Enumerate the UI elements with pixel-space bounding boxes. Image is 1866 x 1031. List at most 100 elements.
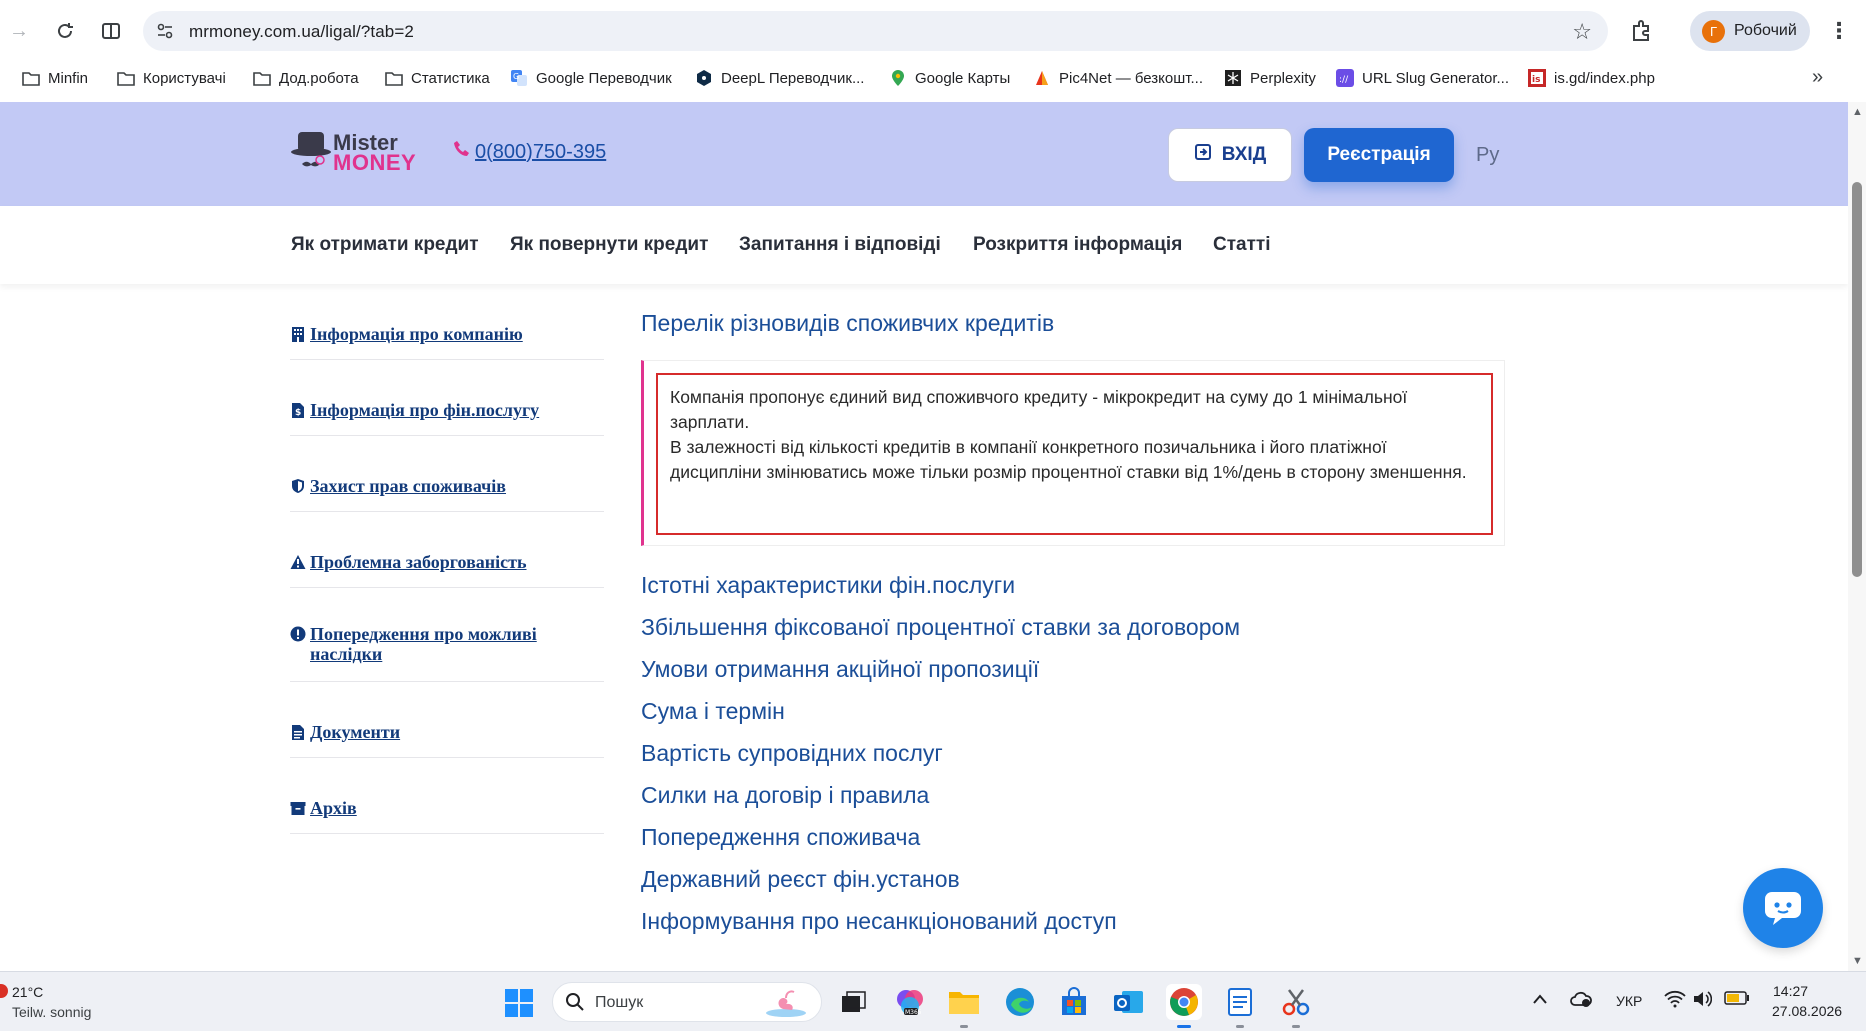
bookmark-item[interactable]: DeepL Переводчик... [695, 66, 864, 90]
bookmark-item[interactable]: Pic4Net — безкошт... [1033, 66, 1203, 90]
battery-icon[interactable] [1724, 991, 1750, 1010]
bookmark-label: DeepL Переводчик... [721, 69, 865, 87]
bookmark-item[interactable]: Perplexity [1224, 66, 1316, 90]
running-indicator [1177, 1025, 1191, 1028]
page-scrollbar[interactable]: ▲ ▼ [1848, 102, 1866, 971]
scroll-down-icon[interactable]: ▼ [1852, 955, 1863, 967]
logo-hat-icon [291, 132, 331, 167]
wifi-icon[interactable] [1664, 990, 1686, 1013]
browser-menu-icon[interactable]: ⋮ [1828, 18, 1850, 44]
sidebar-item-company-info[interactable]: Інформація про компанію [290, 284, 604, 360]
notepad-icon[interactable] [1222, 984, 1258, 1028]
reload-icon[interactable] [48, 14, 82, 48]
isgd-icon: is [1528, 69, 1546, 87]
language-switch[interactable]: Ру [1476, 144, 1499, 167]
nav-item-disclosure[interactable]: Розкриття інформація [973, 234, 1182, 256]
sidebar-link[interactable]: Інформація про компанію [290, 324, 590, 344]
nav-item-get-credit[interactable]: Як отримати кредит [291, 234, 479, 256]
browser-toolbar: → mrmoney.com.ua/ligal/?tab=2 ☆ Г Робочи… [0, 10, 1866, 52]
extensions-icon[interactable] [1627, 16, 1659, 48]
forward-icon[interactable]: → [2, 14, 36, 48]
chrome-browser-icon[interactable] [1166, 984, 1202, 1028]
microsoft365-icon[interactable]: M365 [892, 984, 928, 1020]
volume-icon[interactable] [1692, 990, 1713, 1013]
tray-overflow-icon[interactable] [1532, 992, 1548, 1010]
bookmark-label: Google Карты [915, 69, 1011, 87]
main-nav: Як отримати кредит Як повернути кредит З… [0, 206, 1848, 284]
site-logo[interactable]: Mister MONEY [290, 126, 420, 182]
login-button[interactable]: ВХІД [1168, 128, 1292, 182]
chat-widget-button[interactable] [1743, 868, 1823, 948]
info-paragraph: Компанія пропонує єдиний вид споживчого … [670, 387, 1408, 432]
windows-start-icon[interactable] [504, 988, 534, 1018]
sidebar-item-label: Проблемна заборгованість [310, 552, 527, 572]
accordion-header[interactable]: Умови отримання акційної пропозиції [641, 656, 1039, 683]
site-settings-icon[interactable] [155, 21, 175, 41]
deepl-icon [695, 69, 713, 87]
accordion-header[interactable]: Істотні характеристики фін.послуги [641, 572, 1015, 599]
archive-icon [290, 800, 306, 816]
sidebar-item-problem-debt[interactable]: Проблемна заборгованість [290, 512, 604, 588]
sidebar-item-consequences[interactable]: Попередження про можливі наслідки [290, 588, 604, 682]
url-slug-icon: :// [1336, 69, 1354, 87]
accordion-header[interactable]: Вартість супровідних послуг [641, 740, 943, 767]
bookmark-item[interactable]: Дод.робота [253, 66, 359, 90]
address-bar[interactable]: mrmoney.com.ua/ligal/?tab=2 ☆ [143, 11, 1608, 51]
accordion-header[interactable]: Силки на договір і правила [641, 782, 929, 809]
bookmark-label: is.gd/index.php [1554, 69, 1655, 87]
task-view-icon[interactable] [836, 984, 872, 1020]
accordion-header[interactable]: Збільшення фіксованої процентної ставки … [641, 614, 1240, 641]
split-view-icon[interactable] [94, 14, 128, 48]
bookmark-star-icon[interactable]: ☆ [1572, 19, 1592, 45]
accordion-header-open[interactable]: Перелік різновидів споживчих кредитів [641, 310, 1054, 337]
bookmark-item[interactable]: Google Карты [889, 66, 1010, 90]
nav-item-faq[interactable]: Запитання і відповіді [739, 234, 941, 256]
exclamation-icon [290, 626, 306, 642]
nav-item-repay-credit[interactable]: Як повернути кредит [510, 234, 708, 256]
scrollbar-thumb[interactable] [1852, 182, 1862, 577]
bookmark-item[interactable]: :// URL Slug Generator... [1336, 66, 1509, 90]
more-bookmarks-icon[interactable]: » [1812, 66, 1823, 89]
sidebar-link[interactable]: Документи [290, 722, 590, 742]
profile-button[interactable]: Г Робочий [1690, 11, 1810, 51]
bookmark-item[interactable]: Minfin [22, 66, 88, 90]
file-explorer-icon[interactable] [946, 984, 982, 1028]
clock-time[interactable]: 14:27 [1773, 983, 1808, 999]
sidebar-link[interactable]: Архів [290, 798, 590, 818]
accordion-header[interactable]: Інформування про несанкціонований доступ [641, 908, 1117, 935]
url-text[interactable]: mrmoney.com.ua/ligal/?tab=2 [189, 22, 414, 42]
snipping-tool-icon[interactable] [1278, 984, 1314, 1028]
clock-date[interactable]: 27.08.2026 [1772, 1003, 1842, 1019]
bookmark-item[interactable]: is is.gd/index.php [1528, 66, 1655, 90]
site-header: Mister MONEY 0(800)750-395 ВХІД Реєстрац… [0, 102, 1848, 206]
accordion-header[interactable]: Державний реєст фін.установ [641, 866, 960, 893]
sidebar-link[interactable]: $ Інформація про фін.послугу [290, 400, 590, 420]
svg-text:G: G [513, 72, 519, 81]
sidebar-item-fin-service[interactable]: $ Інформація про фін.послугу [290, 360, 604, 436]
weather-condition: Teilw. sonnig [12, 1004, 92, 1020]
vpn-cloud-icon[interactable] [1570, 989, 1592, 1014]
accordion-header[interactable]: Попередження споживача [641, 824, 920, 851]
taskbar-search[interactable]: Пошук [552, 982, 822, 1022]
edge-browser-icon[interactable] [1002, 984, 1038, 1020]
bookmark-label: Користувачі [143, 69, 226, 87]
microsoft-store-icon[interactable] [1056, 984, 1092, 1020]
sidebar-link[interactable]: Попередження про можливі наслідки [290, 624, 590, 664]
login-label: ВХІД [1221, 144, 1267, 165]
bookmark-item[interactable]: Користувачі [117, 66, 226, 90]
phone-link[interactable]: 0(800)750-395 [453, 140, 606, 164]
sidebar-item-consumer-rights[interactable]: Захист прав споживачів [290, 436, 604, 512]
nav-item-articles[interactable]: Статті [1213, 234, 1270, 256]
sidebar-link[interactable]: Проблемна заборгованість [290, 552, 590, 572]
register-button[interactable]: Реєстрація [1304, 128, 1454, 182]
sidebar-item-documents[interactable]: Документи [290, 682, 604, 758]
sidebar-link[interactable]: Захист прав споживачів [290, 476, 590, 496]
input-language[interactable]: УКР [1616, 993, 1642, 1009]
accordion-header[interactable]: Сума і термін [641, 698, 785, 725]
scroll-up-icon[interactable]: ▲ [1852, 106, 1863, 118]
sidebar-item-archive[interactable]: Архів [290, 758, 604, 834]
bookmark-label: Дод.робота [279, 69, 359, 87]
outlook-icon[interactable] [1110, 984, 1146, 1020]
bookmark-item[interactable]: Статистика [385, 66, 490, 90]
bookmark-item[interactable]: G Google Переводчик [510, 66, 672, 90]
